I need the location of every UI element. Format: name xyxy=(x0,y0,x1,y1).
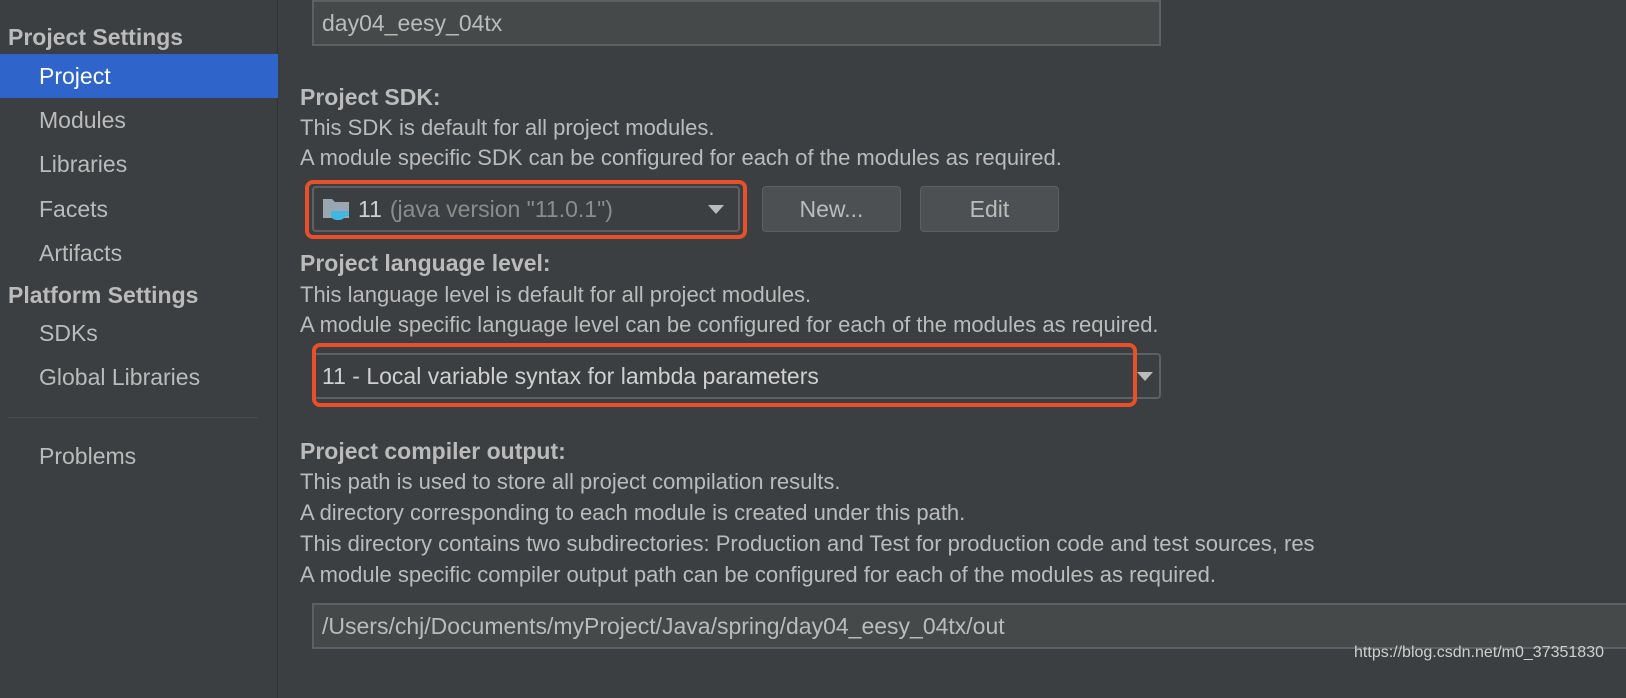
sidebar-item-libraries[interactable]: Libraries xyxy=(0,142,278,186)
sidebar-item-project[interactable]: Project xyxy=(0,54,278,98)
sidebar-item-global-libraries[interactable]: Global Libraries xyxy=(0,355,278,399)
section-platform-settings: Platform Settings xyxy=(8,282,199,308)
edit-sdk-button[interactable]: Edit xyxy=(920,186,1059,232)
compiler-description-3: This directory contains two subdirectori… xyxy=(300,531,1315,556)
chevron-down-icon xyxy=(1137,372,1153,381)
divider xyxy=(8,417,258,418)
sidebar-item-sdks[interactable]: SDKs xyxy=(0,311,278,355)
project-name-input[interactable]: day04_eesy_04tx xyxy=(312,0,1161,46)
highlight-box xyxy=(305,180,747,239)
sdk-description: This SDK is default for all project modu… xyxy=(300,115,715,140)
project-settings-panel: day04_eesy_04tx Project SDK: This SDK is… xyxy=(279,0,1626,698)
settings-sidebar: Project Settings Project Modules Librari… xyxy=(0,0,278,698)
sidebar-item-problems[interactable]: Problems xyxy=(0,434,278,478)
compiler-output-heading: Project compiler output: xyxy=(300,438,566,464)
language-description-2: A module specific language level can be … xyxy=(300,312,1159,337)
sidebar-item-facets[interactable]: Facets xyxy=(0,187,278,231)
sidebar-item-artifacts[interactable]: Artifacts xyxy=(0,231,278,275)
sdk-description-2: A module specific SDK can be configured … xyxy=(300,145,1062,170)
compiler-description: This path is used to store all project c… xyxy=(300,469,841,494)
compiler-description-4: A module specific compiler output path c… xyxy=(300,562,1216,587)
new-sdk-button[interactable]: New... xyxy=(762,186,901,232)
sdk-heading: Project SDK: xyxy=(300,84,441,110)
language-description: This language level is default for all p… xyxy=(300,282,812,307)
language-level-heading: Project language level: xyxy=(300,250,551,276)
highlight-box xyxy=(312,343,1137,407)
sidebar-item-modules[interactable]: Modules xyxy=(0,98,278,142)
watermark: https://blog.csdn.net/m0_37351830 xyxy=(1354,644,1604,661)
compiler-output-path-input[interactable]: /Users/chj/Documents/myProject/Java/spri… xyxy=(312,603,1626,649)
section-project-settings: Project Settings xyxy=(8,24,184,50)
compiler-description-2: A directory corresponding to each module… xyxy=(300,500,966,525)
